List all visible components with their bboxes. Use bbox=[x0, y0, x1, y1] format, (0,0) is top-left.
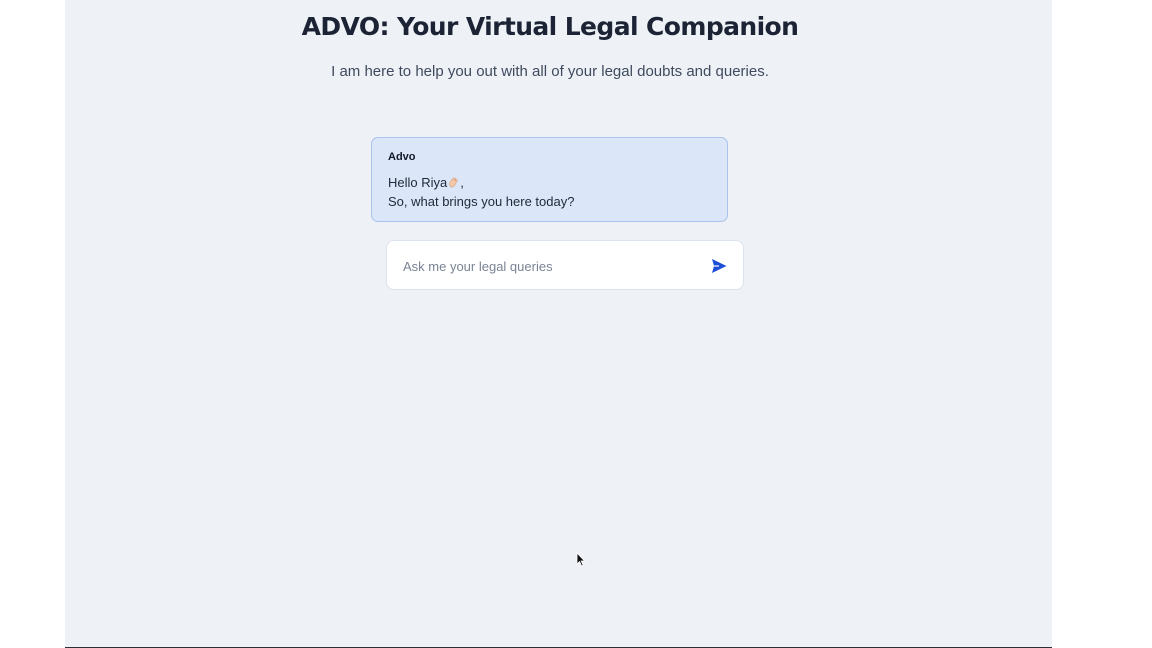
mouse-cursor-icon bbox=[576, 552, 586, 567]
message-sender: Advo bbox=[388, 151, 416, 163]
message-line-1: Hello Riya , bbox=[388, 173, 711, 192]
query-composer bbox=[386, 240, 744, 290]
greeting-comma: , bbox=[460, 175, 464, 190]
message-body: Hello Riya , So, what brings you here to… bbox=[388, 173, 711, 211]
query-input[interactable] bbox=[401, 255, 695, 277]
page-subtitle: I am here to help you out with all of yo… bbox=[331, 63, 769, 80]
chat-message-bubble: Advo Hello Riya , So, what brings you he… bbox=[371, 137, 728, 222]
message-line-2: So, what brings you here today? bbox=[388, 194, 575, 209]
app-page: ADVO: Your Virtual Legal Companion I am … bbox=[65, 0, 1052, 648]
send-button[interactable] bbox=[709, 256, 729, 276]
send-icon bbox=[712, 259, 727, 273]
message-greeting: Hello Riya bbox=[388, 175, 448, 190]
page-title: ADVO: Your Virtual Legal Companion bbox=[301, 12, 799, 41]
waving-hand-icon bbox=[448, 174, 460, 188]
